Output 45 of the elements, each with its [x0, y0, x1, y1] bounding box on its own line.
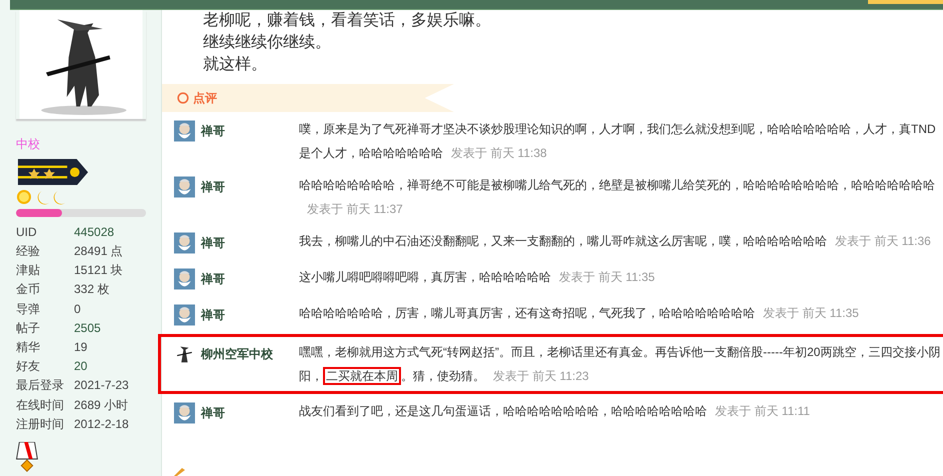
comment-author[interactable]: 禅哥: [195, 117, 299, 145]
stat-label: UID: [16, 224, 38, 241]
comment-text: 哈哈哈哈哈哈哈，厉害，嘴儿哥真厉害，还有这奇招呢，气死我了，哈哈哈哈哈哈哈哈 发表于 前天 11:35: [299, 305, 860, 322]
comment-text: 战友们看到了吧，还是这几句蛋逼话，哈哈哈哈哈哈哈哈，哈哈哈哈哈哈哈哈 发表于 前天 11:11: [299, 403, 811, 420]
stat-value: 332 枚: [74, 281, 110, 298]
stat-label: 帖子: [16, 320, 41, 337]
stat-value: 15121 块: [74, 262, 123, 280]
stat-link[interactable]: 20: [74, 357, 88, 376]
comment-text: 这小嘴儿嘚吧嘚嘚吧嘚，真厉害，哈哈哈哈哈哈 发表于 前天 11:35: [299, 269, 656, 286]
comment-author[interactable]: 禅哥: [195, 399, 299, 427]
stat-value: 2012-2-18: [74, 416, 129, 433]
stat-value: 2689 小时: [74, 396, 128, 414]
stat-label: 导弹: [16, 300, 41, 318]
stat-label: 最后登录: [16, 377, 65, 394]
post-text: 就这样。: [203, 54, 268, 75]
comment-text: 噗，原来是为了气死禅哥才坚决不谈炒股理论知识的啊，人才啊，我们怎么就没想到呢，哈哈哈哈哈哈哈，人才，真TND是个人才，哈哈哈哈哈哈哈 发表于 前天 11:38: [299, 121, 937, 162]
stat-label: 金币: [16, 281, 41, 298]
stat-label: 在线时间: [16, 396, 65, 414]
stat-label: 好友: [16, 358, 41, 376]
stat-value: 28491 点: [74, 243, 123, 260]
post-text: 继续继续你继续。: [203, 32, 332, 53]
stat-value: 2021-7-23: [74, 377, 129, 394]
rank-title: 中校: [16, 136, 41, 153]
comment-author[interactable]: 禅哥: [195, 173, 299, 201]
comment-author[interactable]: 禅哥: [195, 229, 299, 257]
circle-icon: [177, 92, 189, 104]
comment-text: 哈哈哈哈哈哈哈哈，禅哥绝不可能是被柳嘴儿给气死的，绝壁是被柳嘴儿给笑死的，哈哈哈哈哈哈哈哈，哈哈哈哈哈哈哈 发表于 前天 11:37: [299, 177, 936, 218]
stat-label: 精华: [16, 339, 41, 356]
stat-label: 津贴: [16, 262, 41, 280]
post-text: 老柳呢，赚着钱，看着笑话，多娱乐嘛。: [203, 10, 492, 31]
comment-text: 我去，柳嘴儿的中石油还没翻翻呢，又来一支翻翻的，嘴儿哥咋就这么厉害呢，噗，哈哈哈哈哈哈哈 发表于 前天 11:36: [299, 233, 932, 250]
epaulette-icon: [16, 158, 90, 186]
level-icons: [16, 189, 66, 206]
stat-label: 注册时间: [16, 416, 65, 433]
comment-author[interactable]: 禅哥: [195, 265, 299, 293]
comments-title: 点评: [193, 90, 217, 106]
stat-value: 19: [74, 339, 88, 356]
pencil-icon[interactable]: [172, 468, 186, 476]
comment-text: 嘿嘿，老柳就用这方式气死“转网赵括”。而且，老柳话里还有真金。再告诉他一支翻倍股-----年初20两跳空，三四交接小阴阳， 二买就在本周 。猜，使劲猜。 发表于 前天 11:23: [299, 344, 942, 387]
comment-author[interactable]: 柳州空军中校: [195, 340, 299, 368]
stat-value: 0: [74, 300, 81, 318]
comment-author[interactable]: 禅哥: [195, 301, 299, 329]
stat-link[interactable]: 2505: [74, 318, 101, 338]
stat-link[interactable]: 445028: [74, 222, 114, 242]
stat-label: 经验: [16, 243, 41, 260]
